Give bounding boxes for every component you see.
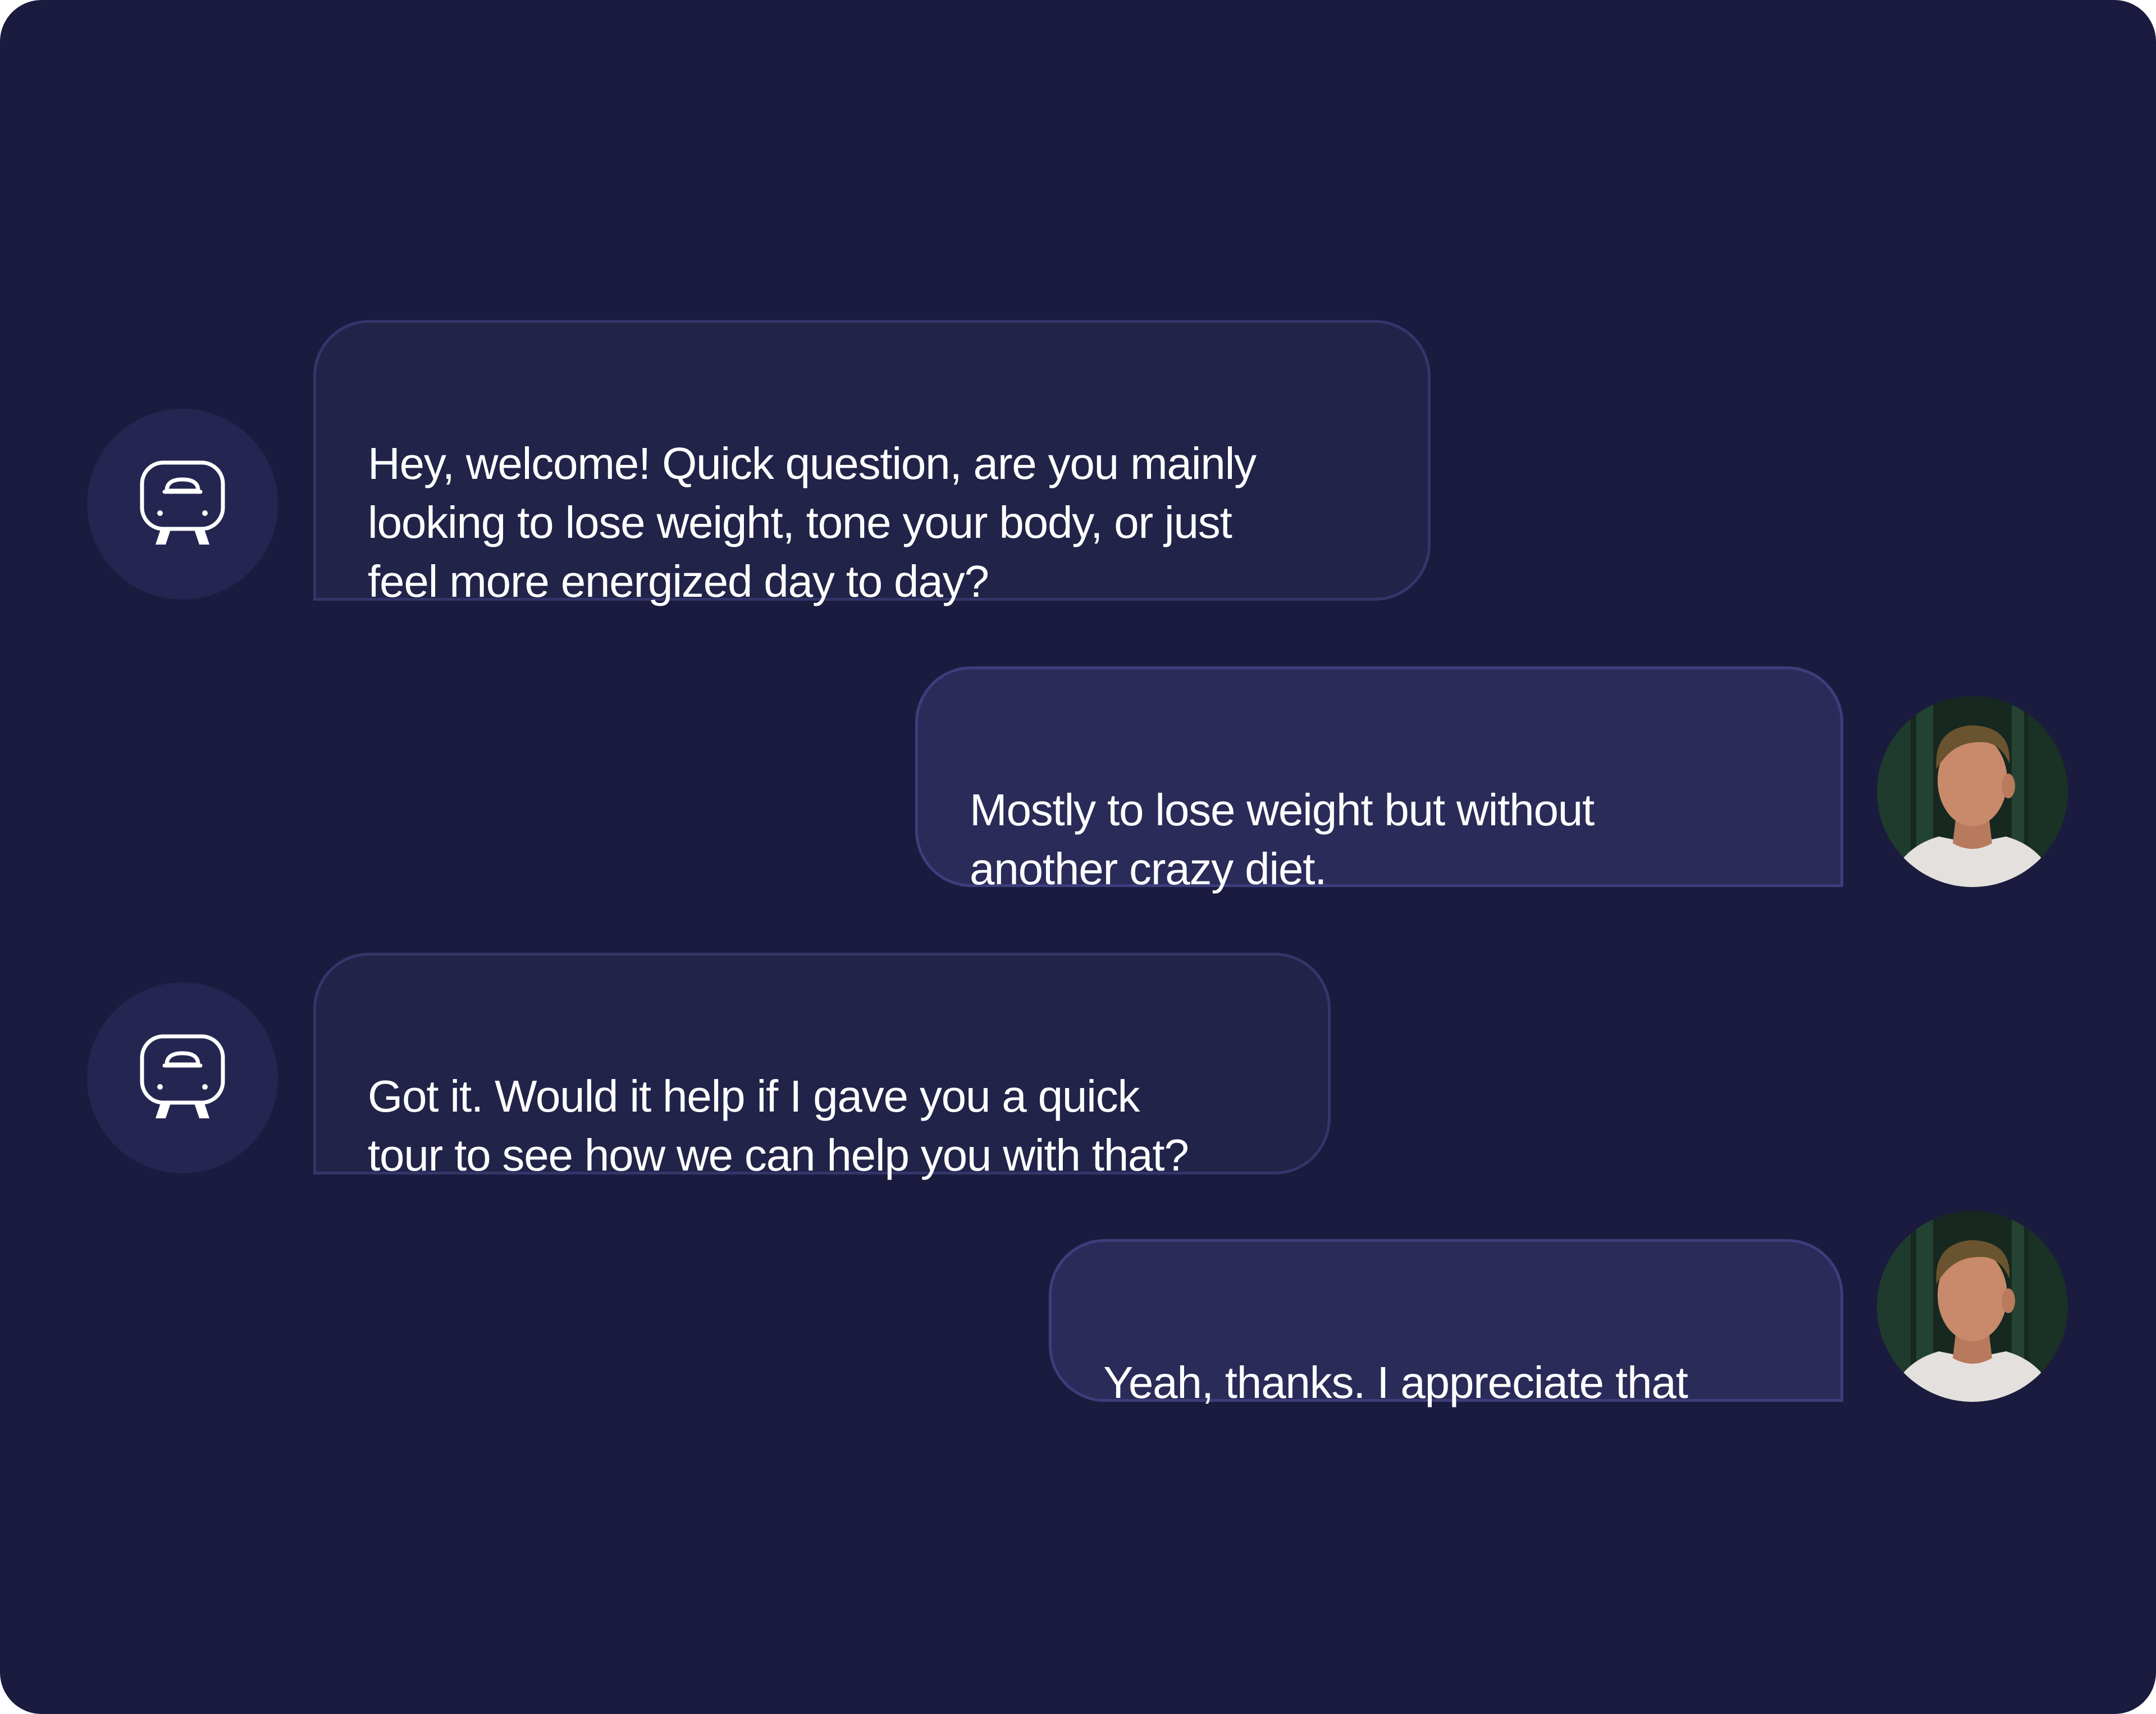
user-message-bubble: Mostly to lose weight but without anothe… (915, 666, 1843, 894)
user-avatar (1877, 1211, 2068, 1402)
user-avatar (1877, 696, 2068, 887)
robot-icon (138, 1033, 227, 1123)
chat-panel: Hey, welcome! Quick question, are you ma… (0, 0, 2156, 1714)
user-message-bubble: Yeah, thanks. I appreciate that (1049, 1239, 1843, 1407)
user-message-text: Mostly to lose weight but without anothe… (970, 785, 1595, 894)
user-photo (1877, 1211, 2068, 1402)
bot-avatar (87, 982, 278, 1173)
user-message-text: Yeah, thanks. I appreciate that (1103, 1358, 1688, 1407)
bot-message-text: Hey, welcome! Quick question, are you ma… (368, 438, 1257, 606)
bot-message-bubble: Got it. Would it help if I gave you a qu… (313, 953, 1331, 1180)
bot-message-bubble: Hey, welcome! Quick question, are you ma… (313, 320, 1431, 606)
user-photo (1877, 696, 2068, 887)
robot-icon (138, 459, 227, 549)
bot-message-text: Got it. Would it help if I gave you a qu… (368, 1071, 1189, 1180)
bot-avatar (87, 409, 278, 600)
